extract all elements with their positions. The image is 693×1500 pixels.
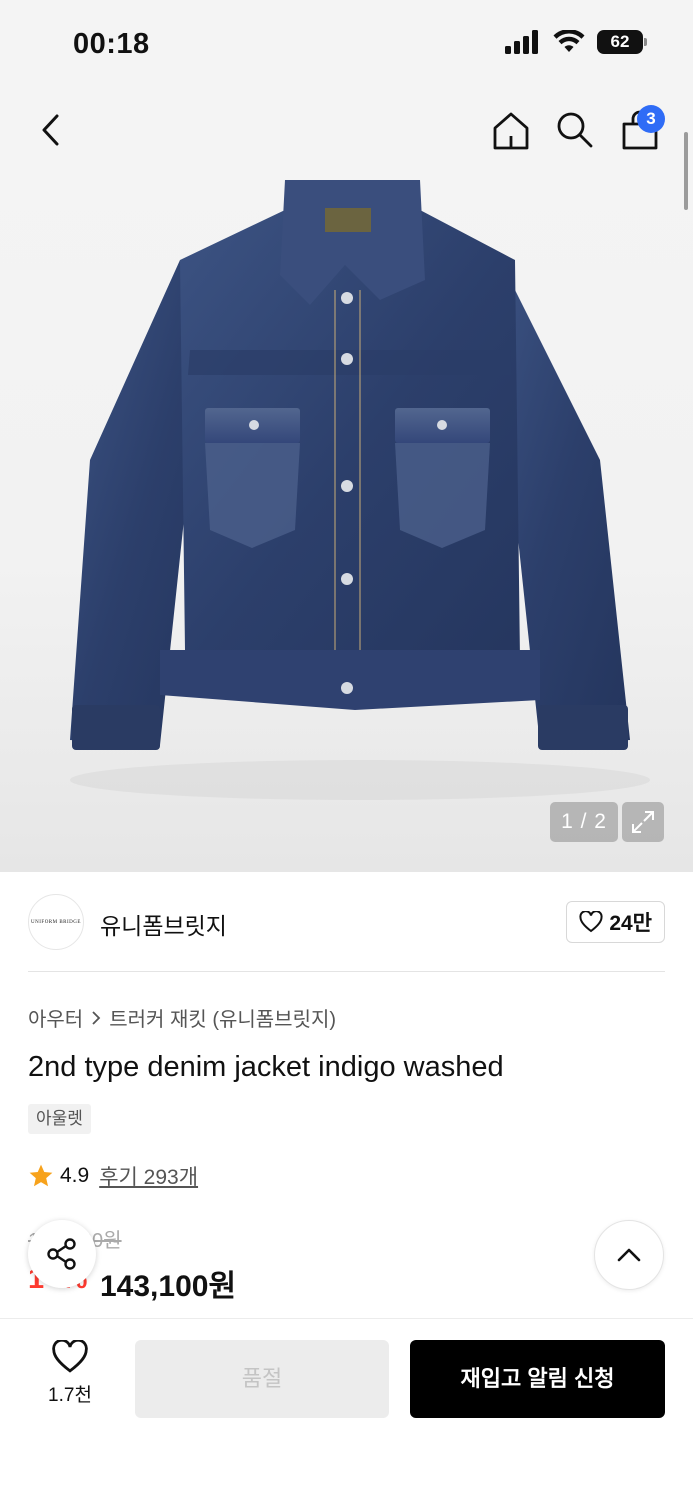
- divider: [28, 971, 665, 972]
- expand-button[interactable]: [622, 802, 664, 842]
- heart-icon: [52, 1340, 88, 1373]
- battery-level: 62: [610, 32, 630, 51]
- search-button[interactable]: [553, 108, 595, 150]
- chevron-right-icon: [92, 1010, 101, 1025]
- rating-row: 4.9 후기 293개: [28, 1161, 198, 1191]
- reviews-link[interactable]: 후기 293개: [99, 1161, 198, 1191]
- status-bar: 00:18 62: [0, 0, 693, 90]
- status-icons: 62: [505, 30, 647, 54]
- wifi-icon: [553, 30, 585, 52]
- rating-value: 4.9: [60, 1164, 90, 1187]
- search-icon: [557, 112, 593, 148]
- restock-notify-button[interactable]: 재입고 알림 신청: [410, 1340, 665, 1418]
- share-icon: [47, 1238, 76, 1270]
- expand-icon: [632, 811, 654, 833]
- star-icon: [29, 1164, 53, 1187]
- image-counter: 1 / 2: [550, 802, 618, 842]
- wishlist-count: 1.7천: [48, 1385, 92, 1406]
- breadcrumb-category[interactable]: 아우터: [28, 1003, 83, 1032]
- brand-logo[interactable]: UNIFORM BRIDGE: [28, 894, 84, 950]
- status-time: 00:18: [73, 28, 150, 60]
- chevron-up-icon: [617, 1248, 641, 1262]
- soldout-button[interactable]: 품절: [135, 1340, 389, 1418]
- scroll-top-button[interactable]: [594, 1220, 664, 1290]
- home-icon: [493, 112, 529, 150]
- signal-icon: [505, 30, 538, 54]
- scrollbar[interactable]: [684, 132, 688, 210]
- home-button[interactable]: [490, 110, 532, 152]
- sale-price: 143,100원: [100, 1270, 237, 1303]
- outlet-tag: 아울렛: [28, 1104, 91, 1134]
- share-button[interactable]: [28, 1220, 96, 1288]
- denim-jacket-image: [70, 180, 650, 800]
- chevron-left-icon: [42, 114, 59, 146]
- heart-icon: [579, 911, 603, 933]
- breadcrumb-subcategory[interactable]: 트러커 재킷 (유니폼브릿지): [109, 1003, 336, 1032]
- product-image-gallery[interactable]: [0, 90, 693, 872]
- breadcrumb: 아우터 트러커 재킷 (유니폼브릿지): [28, 1003, 336, 1032]
- back-button[interactable]: [30, 110, 70, 150]
- product-title: 2nd type denim jacket indigo washed: [28, 1051, 504, 1083]
- brand-like-button[interactable]: 24만: [566, 901, 665, 943]
- brand-row: UNIFORM BRIDGE 유니폼브릿지 24만: [28, 894, 665, 950]
- cart-count-badge: 3: [637, 105, 665, 133]
- brand-name[interactable]: 유니폼브릿지: [100, 907, 227, 941]
- wishlist-button[interactable]: 1.7천: [34, 1340, 106, 1420]
- brand-logo-text: UNIFORM BRIDGE: [31, 919, 81, 925]
- battery-icon: 62: [597, 30, 647, 54]
- brand-like-count: 24만: [609, 912, 652, 935]
